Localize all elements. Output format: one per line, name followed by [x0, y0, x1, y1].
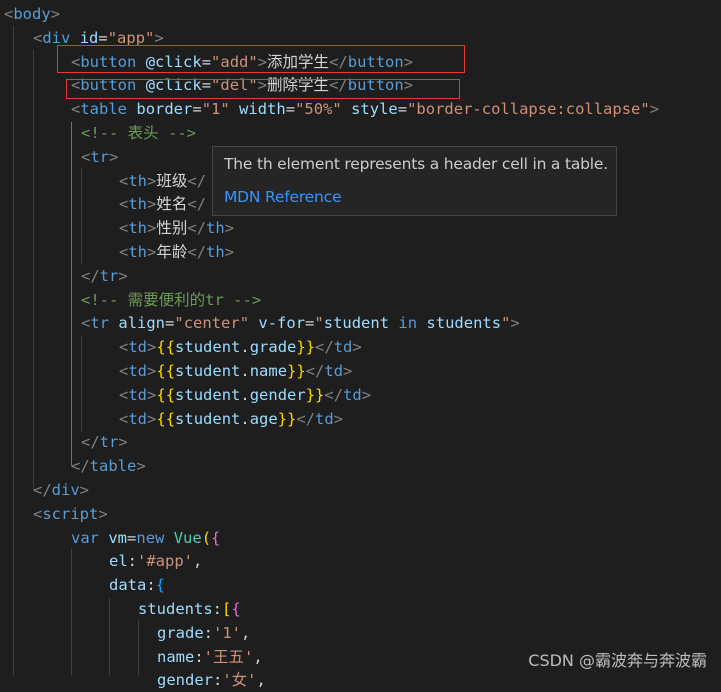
highlight-box-add-button	[57, 45, 465, 73]
code-line: <td>{{student.age}}</td>	[119, 409, 344, 428]
code-line: students:[{	[138, 600, 241, 618]
hover-tooltip: The th element represents a header cell …	[212, 146, 617, 216]
code-line: <tr align="center" v-for="student in stu…	[81, 314, 520, 333]
indent-guide	[33, 50, 34, 490]
indent-guide	[138, 620, 139, 675]
mdn-reference-link[interactable]: MDN Reference	[224, 188, 341, 206]
indent-guide	[13, 26, 14, 675]
highlight-box-del-button	[66, 79, 460, 99]
code-line: gender:'女',	[157, 671, 266, 690]
code-line: <th>姓名</	[119, 195, 207, 214]
code-line: </div>	[33, 481, 90, 499]
code-line: <tr>	[81, 147, 119, 166]
code-line: var vm=new Vue({	[71, 528, 221, 547]
indent-guide	[81, 336, 82, 432]
code-line: data:{	[109, 576, 166, 595]
code-line: name:'王五',	[157, 647, 263, 666]
code-line: <th>班级</	[119, 171, 207, 190]
indent-guide	[81, 168, 82, 264]
tooltip-description: The th element represents a header cell …	[224, 155, 608, 173]
code-line: </table>	[71, 457, 146, 476]
code-editor[interactable]: <body> <div id="app"> <button @click="add"…	[0, 0, 721, 689]
code-line: </tr>	[81, 433, 128, 452]
code-line: <!-- 需要便利的tr -->	[81, 290, 262, 309]
code-line: <body>	[4, 5, 61, 23]
code-line: <td>{{student.name}}</td>	[119, 362, 353, 380]
code-line: <!-- 表头 -->	[81, 124, 196, 142]
code-line: <td>{{student.grade}}</td>	[119, 338, 362, 357]
code-line: el:'#app',	[109, 552, 203, 571]
indent-guide	[109, 598, 110, 675]
code-line: <th>年龄</th>	[119, 243, 235, 261]
indent-guide	[71, 122, 72, 466]
code-line: </tr>	[81, 266, 128, 285]
code-line: <script>	[33, 504, 108, 523]
code-line: <th>性别</th>	[119, 219, 235, 238]
watermark: CSDN @霸波奔与奔波霸	[528, 651, 707, 670]
code-line: <td>{{student.gender}}</td>	[119, 385, 372, 404]
indent-guide	[71, 549, 72, 675]
code-line: <table border="1" width="50%" style="bor…	[71, 100, 660, 119]
code-line: grade:'1',	[157, 623, 251, 642]
